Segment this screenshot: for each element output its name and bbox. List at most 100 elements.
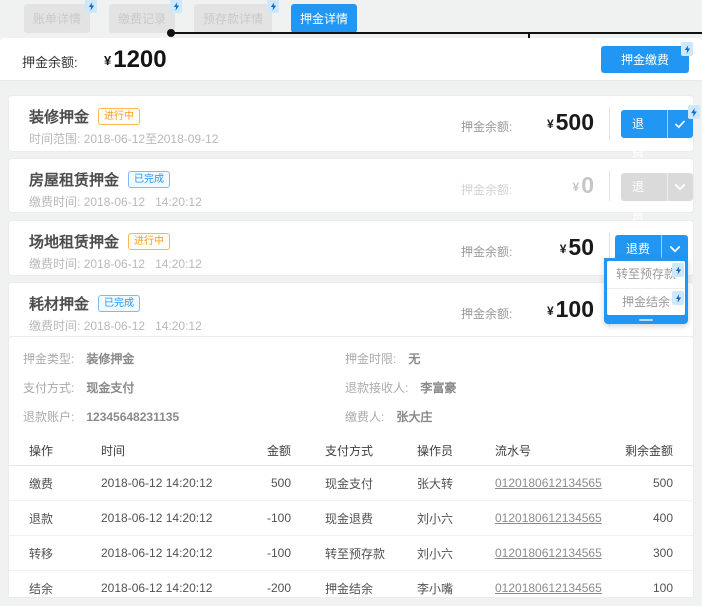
card-title: 场地租赁押金 xyxy=(29,231,119,252)
detail-label: 押金类型: xyxy=(23,350,74,367)
cell-time: 2018-06-12 14:20:12 xyxy=(101,476,241,490)
meta-label: 时间范围: xyxy=(29,132,80,146)
tab-label: 缴费记录 xyxy=(118,12,166,26)
transaction-table: 操作 时间 金额 支付方式 操作员 流水号 剩余金额 缴费 2018-06-12… xyxy=(9,435,693,606)
amount-value: 100 xyxy=(556,296,594,322)
cell-operator: 张大转 xyxy=(417,475,495,492)
cell-amount: -100 xyxy=(241,511,291,525)
tab-label: 预存款详情 xyxy=(203,12,263,26)
meta-value: 2018-06-12 14:20:12 xyxy=(84,257,202,271)
card-balance-amount: ¥100 xyxy=(504,296,594,323)
lightning-badge-icon xyxy=(170,0,182,13)
refund-check-toggle[interactable] xyxy=(667,110,693,138)
serial-number-link[interactable]: 0120180612134565 xyxy=(495,476,602,490)
scroll-hint xyxy=(639,319,653,321)
lightning-badge-icon xyxy=(85,0,97,13)
tab-prepaid-details[interactable]: 预存款详情 xyxy=(194,4,272,33)
cell-operation: 结余 xyxy=(29,580,101,597)
currency-symbol: ¥ xyxy=(573,180,580,194)
table-header-row: 操作 时间 金额 支付方式 操作员 流水号 剩余金额 xyxy=(9,435,693,466)
refund-dropdown-menu: 转至预存款 押金结余 xyxy=(604,258,688,324)
cell-pay-method: 现金退费 xyxy=(325,510,417,527)
serial-number-link[interactable]: 0120180612134565 xyxy=(495,546,602,560)
cell-remaining: 500 xyxy=(625,476,673,490)
check-icon xyxy=(674,120,686,129)
refund-split-button: 退费 xyxy=(621,110,693,138)
card-balance-amount: ¥0 xyxy=(504,172,594,199)
col-header: 流水号 xyxy=(495,442,625,459)
detail-value: 现金支付 xyxy=(86,379,134,396)
card-title: 房屋租赁押金 xyxy=(29,169,119,190)
cell-operator: 刘小六 xyxy=(417,510,495,527)
divider xyxy=(609,107,610,140)
balance-header: 押金余额: ¥1200 押金缴费 xyxy=(0,38,702,81)
cell-operation: 退款 xyxy=(29,510,101,527)
table-row: 退款 2018-06-12 14:20:12 -100 现金退费 刘小六 012… xyxy=(9,501,693,536)
detail-value: 张大庄 xyxy=(396,408,432,425)
serial-number-link[interactable]: 0120180612134565 xyxy=(495,511,602,525)
deposit-card-house-rent: 房屋租赁押金 已完成 缴费时间: 2018-06-12 14:20:12 押金余… xyxy=(8,158,694,213)
detail-fields: 押金类型: 装修押金 押金时限: 无 支付方式: 现金支付 退款接收人: 李富豪… xyxy=(9,337,693,431)
card-meta: 缴费时间: 2018-06-12 14:20:12 xyxy=(29,255,202,272)
meta-value: 2018-06-12至2018-09-12 xyxy=(84,132,219,146)
lightning-badge-icon xyxy=(681,42,693,56)
cell-operator: 李小嘴 xyxy=(417,580,495,597)
detail-value: 无 xyxy=(408,350,420,367)
currency-symbol: ¥ xyxy=(560,242,567,256)
cell-amount: -200 xyxy=(241,581,291,595)
col-header: 支付方式 xyxy=(325,442,417,459)
tab-label: 押金详情 xyxy=(300,12,348,26)
chevron-down-icon xyxy=(669,245,681,254)
chevron-down-icon xyxy=(674,183,686,192)
col-header: 操作员 xyxy=(417,442,495,459)
status-badge: 已完成 xyxy=(128,171,170,188)
detail-label: 退款接收人: xyxy=(345,379,408,396)
menu-item-transfer-to-prepaid[interactable]: 转至预存款 xyxy=(607,261,685,288)
tab-bill-details[interactable]: 账单详情 xyxy=(24,4,90,33)
card-balance-amount: ¥50 xyxy=(504,234,594,261)
card-meta: 时间范围: 2018-06-12至2018-09-12 xyxy=(29,130,218,147)
cell-time: 2018-06-12 14:20:12 xyxy=(101,511,241,525)
menu-item-deposit-settle[interactable]: 押金结余 xyxy=(607,288,685,315)
card-title: 耗材押金 xyxy=(29,293,89,314)
table-row: 结余 2018-06-12 14:20:12 -200 押金结余 李小嘴 012… xyxy=(9,571,693,606)
balance-label: 押金余额: xyxy=(22,52,78,71)
deposit-detail-panel: 押金类型: 装修押金 押金时限: 无 支付方式: 现金支付 退款接收人: 李富豪… xyxy=(8,336,694,598)
cell-pay-method: 押金结余 xyxy=(325,580,417,597)
detail-label: 押金时限: xyxy=(345,350,396,367)
meta-label: 缴费时间: xyxy=(29,195,80,209)
card-balance-amount: ¥500 xyxy=(504,109,594,136)
annotation-line xyxy=(172,32,702,34)
detail-label: 缴费人: xyxy=(345,408,384,425)
tab-label: 账单详情 xyxy=(33,12,81,26)
amount-value: 50 xyxy=(568,234,594,260)
deposit-pay-button[interactable]: 押金缴费 xyxy=(601,46,689,73)
refund-button[interactable]: 退费 xyxy=(621,110,667,138)
amount-value: 0 xyxy=(581,172,594,198)
currency-symbol: ¥ xyxy=(104,53,111,68)
table-row: 缴费 2018-06-12 14:20:12 500 现金支付 张大转 0120… xyxy=(9,466,693,501)
tab-deposit-details[interactable]: 押金详情 xyxy=(291,4,357,33)
deposit-card-site-rent: 场地租赁押金 进行中 缴费时间: 2018-06-12 14:20:12 押金余… xyxy=(8,220,694,276)
deposit-card-renovation: 装修押金 进行中 时间范围: 2018-06-12至2018-09-12 押金余… xyxy=(8,95,694,152)
card-meta: 缴费时间: 2018-06-12 14:20:12 xyxy=(29,193,202,210)
meta-label: 缴费时间: xyxy=(29,257,80,271)
col-header: 金额 xyxy=(241,442,291,459)
amount-value: 500 xyxy=(556,109,594,135)
meta-value: 2018-06-12 14:20:12 xyxy=(84,195,202,209)
balance-amount: ¥1200 xyxy=(104,46,167,74)
tab-payment-records[interactable]: 缴费记录 xyxy=(109,4,175,33)
lightning-badge-icon xyxy=(672,291,684,305)
cell-time: 2018-06-12 14:20:12 xyxy=(101,581,241,595)
cell-pay-method: 转至预存款 xyxy=(325,545,417,562)
card-title: 装修押金 xyxy=(29,106,89,127)
table-row: 转移 2018-06-12 14:20:12 -100 转至预存款 刘小六 01… xyxy=(9,536,693,571)
cell-pay-method: 现金支付 xyxy=(325,475,417,492)
status-badge: 已完成 xyxy=(98,295,140,312)
lightning-badge-icon xyxy=(688,105,700,119)
menu-item-label: 押金结余 xyxy=(622,295,670,309)
cell-operation: 缴费 xyxy=(29,475,101,492)
deposit-card-consumables: 耗材押金 已完成 缴费时间: 2018-06-12 14:20:12 押金余额:… xyxy=(8,282,694,338)
serial-number-link[interactable]: 0120180612134565 xyxy=(495,581,602,595)
divider xyxy=(609,170,610,201)
